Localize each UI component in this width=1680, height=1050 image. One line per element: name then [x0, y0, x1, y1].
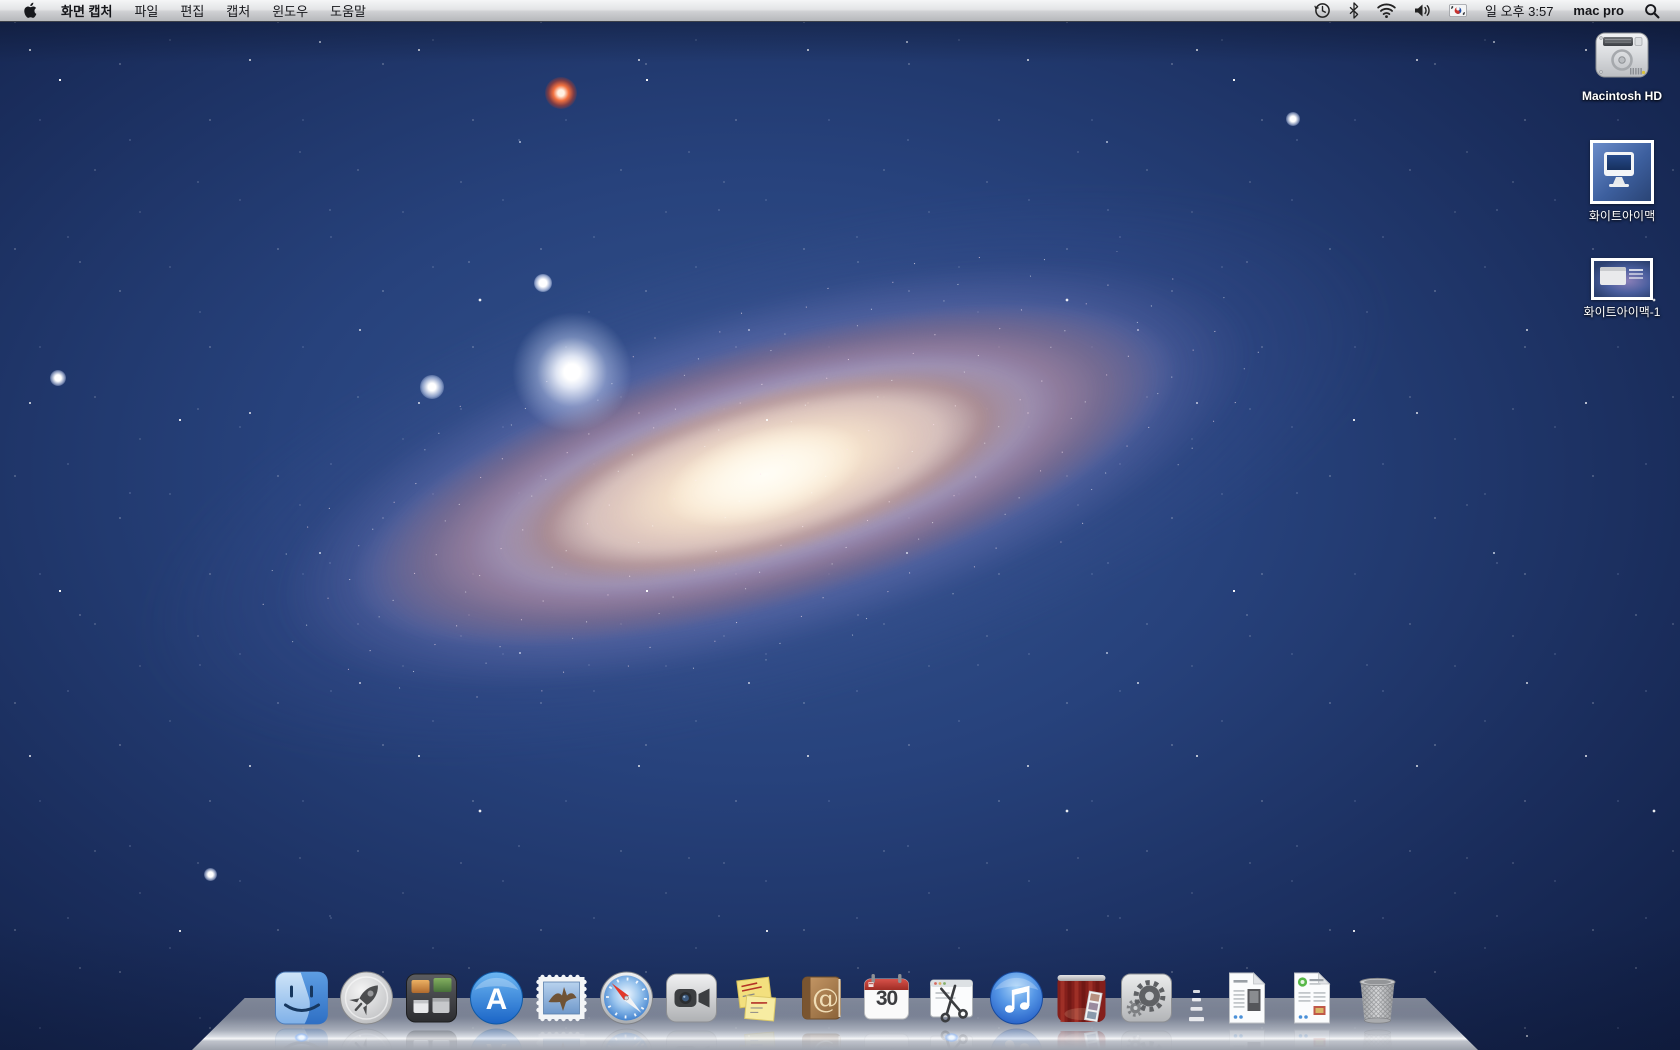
menu-bar: 화면 캡처 파일 편집 캡처 윈도우 도움말	[0, 0, 1680, 22]
bluetooth-menu[interactable]	[1341, 0, 1367, 21]
red-star	[545, 77, 577, 109]
document-icon	[1284, 970, 1340, 1026]
desktop-icon-macintosh-hd[interactable]: Macintosh HD	[1560, 28, 1680, 103]
address-book-icon: @	[794, 970, 850, 1026]
bluetooth-icon	[1349, 2, 1359, 19]
dock-separator	[1184, 970, 1210, 1026]
spotlight-menu[interactable]	[1636, 0, 1668, 21]
korean-flag-icon	[1449, 4, 1467, 17]
dock-item-finder[interactable]	[274, 970, 330, 1026]
mail-stamp-icon	[534, 970, 590, 1026]
starfield-layer	[0, 0, 1680, 1050]
dock-item-mail[interactable]	[534, 970, 590, 1026]
photo-booth-icon	[1054, 970, 1110, 1026]
grab-scissors-icon	[924, 970, 980, 1026]
dock-item-grab[interactable]	[924, 970, 980, 1026]
bright-star	[510, 310, 634, 434]
dock-item-ical[interactable]: 30	[859, 970, 915, 1026]
menubar-clock[interactable]: 일 오후 3:57	[1477, 1, 1561, 20]
menu-capture[interactable]: 캡처	[215, 0, 261, 21]
wifi-icon	[1377, 3, 1396, 18]
spotlight-search-icon	[1644, 3, 1660, 19]
dock-item-document-2[interactable]	[1284, 970, 1340, 1026]
dock-item-stickies[interactable]	[729, 970, 785, 1026]
desktop-wallpaper	[0, 0, 1680, 1050]
facetime-icon	[664, 970, 720, 1026]
menu-app-name[interactable]: 화면 캡처	[50, 0, 123, 21]
time-machine-icon	[1314, 2, 1331, 19]
menu-file[interactable]: 파일	[123, 0, 169, 21]
dock: A	[274, 970, 1407, 1026]
desktop-icon-white-imac-1[interactable]: 화이트아이맥-1	[1560, 258, 1680, 319]
menu-window[interactable]: 윈도우	[261, 0, 319, 21]
desktop-icon-label: Macintosh HD	[1582, 89, 1662, 103]
dock-item-trash[interactable]	[1349, 970, 1407, 1026]
menu-edit[interactable]: 편집	[169, 0, 215, 21]
dock-item-system-preferences[interactable]	[1119, 970, 1175, 1026]
desktop-icon-label: 화이트아이맥	[1589, 209, 1655, 223]
starfield-layer	[0, 0, 1680, 1050]
hard-drive-icon	[1592, 28, 1652, 84]
stickies-icon	[729, 970, 785, 1026]
dock-item-address-book[interactable]: @	[794, 970, 850, 1026]
launchpad-icon	[339, 970, 395, 1026]
trash-empty-icon	[1349, 970, 1407, 1026]
dock-item-itunes[interactable]	[989, 970, 1045, 1026]
itunes-icon	[989, 970, 1045, 1026]
starfield-layer	[0, 0, 1680, 1050]
andromeda-galaxy	[63, 27, 1467, 924]
apple-menu[interactable]	[14, 0, 46, 21]
volume-icon	[1414, 3, 1431, 18]
wifi-menu[interactable]	[1369, 0, 1404, 21]
document-icon	[1219, 970, 1275, 1026]
dock-item-safari[interactable]	[599, 970, 655, 1026]
image-thumbnail	[1590, 140, 1654, 204]
dock-item-document-1[interactable]	[1219, 970, 1275, 1026]
desktop-icon-white-imac[interactable]: 화이트아이맥	[1560, 140, 1680, 223]
desktop-icon-label: 화이트아이맥-1	[1584, 305, 1661, 319]
menu-help[interactable]: 도움말	[319, 0, 377, 21]
fast-user-switch-menu[interactable]: mac pro	[1563, 3, 1634, 18]
dock-item-photo-booth[interactable]	[1054, 970, 1110, 1026]
input-source-menu[interactable]	[1441, 0, 1475, 21]
apple-icon	[23, 2, 37, 19]
dock-item-launchpad[interactable]	[339, 970, 395, 1026]
svg-text:@: @	[812, 984, 839, 1015]
mission-control-icon	[404, 970, 460, 1026]
image-thumbnail	[1591, 258, 1653, 300]
volume-menu[interactable]	[1406, 0, 1439, 21]
finder-icon	[274, 970, 330, 1026]
time-machine-menu[interactable]	[1306, 0, 1339, 21]
ical-day-number: 30	[859, 987, 915, 1011]
system-preferences-icon	[1119, 970, 1175, 1026]
dock-item-app-store[interactable]: A	[469, 970, 525, 1026]
dock-item-facetime[interactable]	[664, 970, 720, 1026]
app-store-icon: A	[469, 970, 525, 1026]
safari-icon	[599, 970, 655, 1026]
svg-text:A: A	[486, 983, 508, 1016]
dock-item-mission-control[interactable]	[404, 970, 460, 1026]
